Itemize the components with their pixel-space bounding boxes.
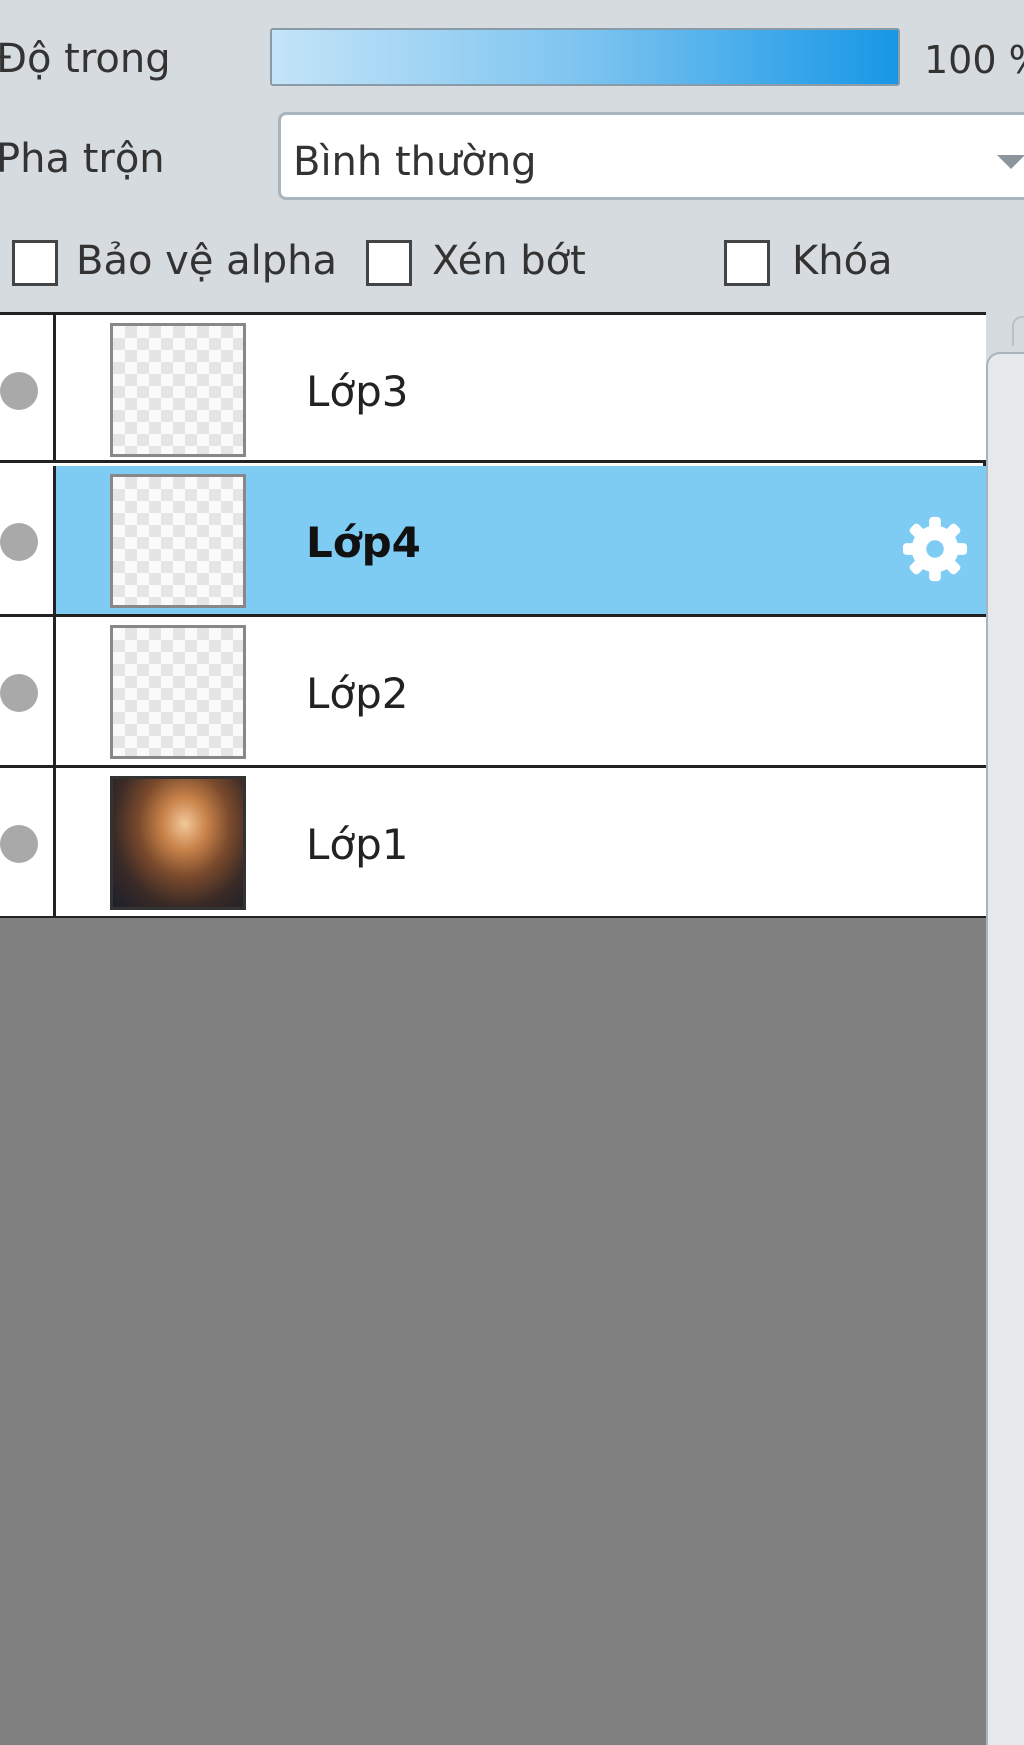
visibility-dot-icon [0, 674, 38, 712]
blend-mode-value: Bình thường [293, 139, 537, 185]
visibility-toggle[interactable] [0, 617, 56, 765]
layer-list-empty-area [0, 918, 986, 1745]
blend-mode-label: Pha trộn [0, 136, 165, 182]
layer-row-lop2[interactable]: Lớp2 [0, 617, 986, 768]
layer-name: Lớp4 [306, 518, 421, 567]
layers-panel: Độ trong 100 % Pha trộn Bình thường Bảo … [0, 0, 1024, 1745]
visibility-dot-icon [0, 825, 38, 863]
lock-checkbox[interactable] [724, 240, 770, 286]
layer-row-lop4[interactable]: Lớp4 [0, 466, 986, 617]
layer-list: Lớp3 Lớp4 Lớp2 Lớp1 [0, 312, 986, 919]
layer-name: Lớp3 [306, 367, 409, 416]
opacity-slider-fill [272, 30, 898, 84]
clip-checkbox[interactable] [366, 240, 412, 286]
visibility-toggle[interactable] [0, 768, 56, 916]
layer-name: Lớp1 [306, 820, 409, 869]
scrollbar-cap [1012, 316, 1024, 346]
opacity-label: Độ trong [0, 36, 171, 82]
opacity-slider[interactable] [270, 28, 900, 86]
opacity-value: 100 % [924, 38, 1024, 82]
visibility-toggle[interactable] [0, 466, 56, 614]
protect-alpha-label: Bảo vệ alpha [76, 238, 338, 284]
clip-label: Xén bớt [432, 238, 586, 284]
layer-name: Lớp2 [306, 669, 409, 718]
visibility-dot-icon [0, 372, 38, 410]
gear-icon[interactable] [900, 514, 970, 584]
layer-thumbnail-photo [110, 776, 246, 910]
visibility-dot-icon [0, 523, 38, 561]
layer-thumbnail [110, 625, 246, 759]
protect-alpha-checkbox[interactable] [12, 240, 58, 286]
visibility-toggle[interactable] [0, 315, 56, 460]
vertical-scrollbar[interactable] [986, 352, 1024, 1745]
layer-thumbnail [110, 474, 246, 608]
chevron-down-icon [997, 155, 1024, 169]
layer-thumbnail [110, 323, 246, 457]
layer-row-lop1[interactable]: Lớp1 [0, 768, 986, 919]
layer-row-lop3[interactable]: Lớp3 [0, 312, 986, 463]
lock-label: Khóa [792, 238, 893, 284]
blend-mode-select[interactable]: Bình thường [278, 112, 1024, 200]
